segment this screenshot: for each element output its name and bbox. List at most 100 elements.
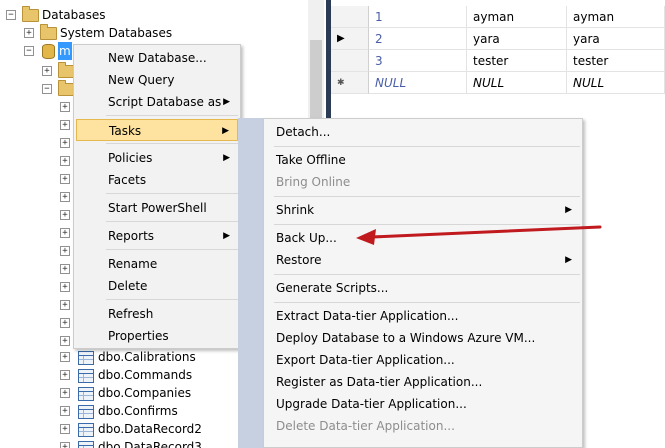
menu-item-label: Take Offline	[276, 153, 346, 167]
expand-icon[interactable]: +	[60, 210, 70, 220]
menu-item-refresh[interactable]: Refresh	[76, 303, 238, 325]
grid-cell[interactable]: NULL	[467, 72, 567, 94]
expand-icon[interactable]: +	[60, 282, 70, 292]
menu-item-label: New Query	[108, 73, 175, 87]
tree-node-label: dbo.Confirms	[98, 404, 178, 418]
menu-item-export-data-tier[interactable]: Export Data-tier Application...	[266, 349, 580, 371]
menu-item-facets[interactable]: Facets	[76, 169, 238, 191]
grid-cell[interactable]: NULL	[369, 72, 467, 94]
menu-item-detach[interactable]: Detach...	[266, 121, 580, 143]
expand-icon[interactable]: +	[60, 120, 70, 130]
menu-item-upgrade-data-tier[interactable]: Upgrade Data-tier Application...	[266, 393, 580, 415]
grid-cell[interactable]: tester	[567, 50, 665, 72]
row-header[interactable]: ▶	[331, 28, 369, 50]
menu-item-bring-online: Bring Online	[266, 171, 580, 193]
expand-icon[interactable]: +	[60, 228, 70, 238]
expand-icon[interactable]: +	[60, 174, 70, 184]
menu-item-delete[interactable]: Delete	[76, 275, 238, 297]
expand-icon[interactable]: +	[24, 28, 34, 38]
grid-cell[interactable]: 2	[369, 28, 467, 50]
menu-item-label: Tasks	[109, 124, 142, 138]
grid-cell[interactable]: ayman	[567, 6, 665, 28]
tree-node-label: dbo.DataRecord2	[98, 422, 202, 436]
menu-item-shrink[interactable]: Shrink ▶	[266, 199, 580, 221]
tree-node-label: Databases	[42, 8, 106, 22]
submenu-arrow-icon: ▶	[223, 153, 230, 163]
expand-icon[interactable]: +	[60, 246, 70, 256]
expand-icon[interactable]: +	[60, 424, 70, 434]
table-icon	[78, 423, 94, 437]
menu-item-policies[interactable]: Policies ▶	[76, 147, 238, 169]
expand-icon[interactable]: +	[42, 66, 52, 76]
tasks-submenu-gutter	[238, 118, 264, 448]
collapse-icon[interactable]: −	[6, 10, 16, 20]
menu-item-properties[interactable]: Properties	[76, 325, 238, 347]
menu-item-register-data-tier[interactable]: Register as Data-tier Application...	[266, 371, 580, 393]
row-header[interactable]: ✱	[331, 72, 369, 94]
menu-item-reports[interactable]: Reports ▶	[76, 225, 238, 247]
collapse-icon[interactable]: −	[24, 46, 34, 56]
menu-item-deploy-azure-vm[interactable]: Deploy Database to a Windows Azure VM...	[266, 327, 580, 349]
expand-icon[interactable]: +	[60, 388, 70, 398]
expand-icon[interactable]: +	[60, 192, 70, 202]
menu-separator	[106, 193, 238, 194]
tasks-submenu: Detach... Take Offline Bring Online Shri…	[263, 118, 583, 448]
expand-icon[interactable]: +	[60, 352, 70, 362]
expand-icon[interactable]: +	[60, 318, 70, 328]
expand-icon[interactable]: +	[60, 336, 70, 346]
grid-row[interactable]: 1 ayman ayman	[331, 6, 665, 28]
menu-item-generate-scripts[interactable]: Generate Scripts...	[266, 277, 580, 299]
menu-item-label: Register as Data-tier Application...	[276, 375, 483, 389]
menu-item-label: New Database...	[108, 51, 207, 65]
menu-item-rename[interactable]: Rename	[76, 253, 238, 275]
expand-icon[interactable]: +	[60, 264, 70, 274]
row-header[interactable]	[331, 6, 369, 28]
grid-cell[interactable]: NULL	[567, 72, 665, 94]
menu-item-new-database[interactable]: New Database...	[76, 47, 238, 69]
expand-icon[interactable]: +	[60, 300, 70, 310]
tree-node-system-databases[interactable]: + System Databases	[0, 24, 300, 42]
grid-cell[interactable]: ayman	[467, 6, 567, 28]
grid-cell[interactable]: yara	[567, 28, 665, 50]
menu-item-label: Shrink	[276, 203, 315, 217]
grid-row[interactable]: 3 tester tester	[331, 50, 665, 72]
menu-item-label: Upgrade Data-tier Application...	[276, 397, 467, 411]
folder-icon	[40, 24, 57, 40]
tree-node-label: dbo.Companies	[98, 386, 192, 400]
tree-node-label: m	[58, 42, 72, 60]
menu-item-tasks[interactable]: Tasks ▶	[76, 119, 238, 141]
menu-item-script-database-as[interactable]: Script Database as ▶	[76, 91, 238, 113]
menu-item-delete-data-tier: Delete Data-tier Application...	[266, 415, 580, 437]
row-header[interactable]	[331, 50, 369, 72]
table-icon	[78, 441, 94, 448]
tree-node-label: System Databases	[60, 26, 173, 40]
menu-item-label: Extract Data-tier Application...	[276, 309, 459, 323]
grid-cell[interactable]: yara	[467, 28, 567, 50]
expand-icon[interactable]: +	[60, 406, 70, 416]
expand-icon[interactable]: +	[60, 442, 70, 448]
grid-row[interactable]: ▶ 2 yara yara	[331, 28, 665, 50]
grid-cell[interactable]: tester	[467, 50, 567, 72]
expand-icon[interactable]: +	[60, 138, 70, 148]
menu-item-label: Restore	[276, 253, 322, 267]
menu-item-label: Script Database as	[108, 95, 222, 109]
grid-cell[interactable]: 1	[369, 6, 467, 28]
menu-separator	[274, 274, 580, 275]
menu-item-restore[interactable]: Restore ▶	[266, 249, 580, 271]
tree-node-databases[interactable]: − Databases	[0, 6, 300, 24]
grid-row-new[interactable]: ✱ NULL NULL NULL	[331, 72, 665, 94]
collapse-icon[interactable]: −	[42, 84, 52, 94]
expand-icon[interactable]: +	[60, 102, 70, 112]
submenu-arrow-icon: ▶	[223, 231, 230, 241]
grid-cell[interactable]: 3	[369, 50, 467, 72]
menu-item-extract-data-tier[interactable]: Extract Data-tier Application...	[266, 305, 580, 327]
annotation-arrow	[356, 225, 602, 245]
menu-separator	[106, 249, 238, 250]
tree-node-label: dbo.Calibrations	[98, 350, 196, 364]
menu-item-take-offline[interactable]: Take Offline	[266, 149, 580, 171]
menu-item-new-query[interactable]: New Query	[76, 69, 238, 91]
expand-icon[interactable]: +	[60, 156, 70, 166]
menu-item-start-powershell[interactable]: Start PowerShell	[76, 197, 238, 219]
table-icon	[78, 369, 94, 383]
expand-icon[interactable]: +	[60, 370, 70, 380]
